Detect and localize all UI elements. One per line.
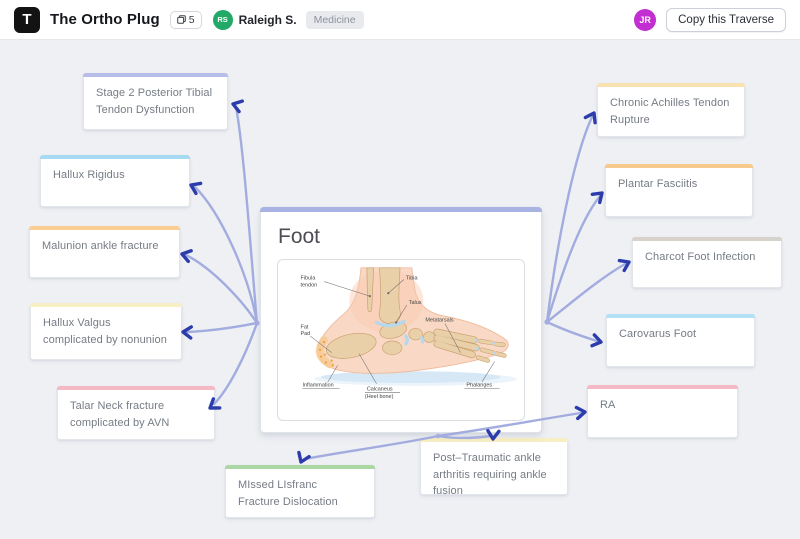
label-phalanges: Phalanges (466, 382, 492, 388)
owner-name[interactable]: Raleigh S. (239, 13, 297, 27)
node-card-ra[interactable]: RA (587, 385, 738, 438)
edge-to-malunion (186, 255, 257, 323)
card-count: 5 (189, 14, 195, 26)
central-accent-bar (260, 207, 542, 212)
user-avatar[interactable]: JR (634, 9, 656, 31)
foot-shadow-inner (321, 371, 501, 383)
app-logo[interactable]: T (14, 7, 40, 33)
page-title: The Ortho Plug (50, 11, 160, 28)
edge-to-talar-neck (214, 323, 257, 404)
edge-to-plantar (547, 196, 600, 322)
node-label: Stage 2 Posterior Tibial Tendon Dysfunct… (84, 77, 227, 128)
cards-icon (177, 15, 186, 24)
node-card-hallux-valgus[interactable]: Hallux Valgus complicated by nonunion (30, 303, 182, 360)
node-label: Post–Traumatic ankle arthritis requiring… (421, 442, 567, 510)
node-card-achilles-rupture[interactable]: Chronic Achilles Tendon Rupture (597, 83, 745, 137)
label-fat: Fat (301, 324, 309, 330)
arrowhead-icon (619, 257, 631, 270)
owner-avatar[interactable]: RS (213, 10, 233, 30)
node-label: Malunion ankle fracture (30, 230, 179, 265)
card-count-badge: 5 (170, 11, 202, 29)
node-label: MIssed LIsfranc Fracture Dislocation (226, 469, 374, 520)
edge-to-achilles (547, 117, 592, 322)
graph-board[interactable]: Stage 2 Posterior Tibial Tendon Dysfunct… (0, 0, 800, 539)
edge-to-carovarus (547, 322, 597, 341)
app-logo-letter: T (22, 11, 31, 28)
edge-to-lisfranc (305, 436, 438, 459)
label-fibula: Fibula (301, 276, 317, 282)
arrowhead-icon (183, 327, 192, 338)
node-card-hallux-rigidus[interactable]: Hallux Rigidus (40, 155, 190, 207)
central-topic-title: Foot (278, 225, 524, 249)
node-card-missed-lisfranc[interactable]: MIssed LIsfranc Fracture Dislocation (225, 465, 375, 518)
node-label: Plantar Fasciitis (606, 168, 752, 203)
node-label: Hallux Valgus complicated by nonunion (31, 307, 181, 358)
arrowhead-icon (592, 189, 605, 203)
node-label: Hallux Rigidus (41, 159, 189, 194)
category-tag[interactable]: Medicine (306, 11, 364, 29)
node-card-talar-neck-fracture[interactable]: Talar Neck fracture complicated by AVN (57, 386, 215, 440)
node-label: Chronic Achilles Tendon Rupture (598, 87, 744, 138)
node-label: Carovarus Foot (607, 318, 754, 353)
node-card-plantar-fasciitis[interactable]: Plantar Fasciitis (605, 164, 753, 217)
node-card-carovarus-foot[interactable]: Carovarus Foot (606, 314, 755, 367)
arrowhead-icon (592, 335, 602, 347)
node-label: RA (588, 389, 737, 424)
central-topic-card[interactable]: Foot (260, 207, 542, 433)
foot-diagram-frame: Fibula tendon Tibia Talus Metatarsals Fa… (277, 259, 525, 421)
arrowhead-icon (576, 407, 585, 419)
node-card-charcot-foot-infection[interactable]: Charcot Foot Infection (632, 237, 782, 288)
label-pad: Pad (301, 331, 311, 337)
edge-to-hallux-valgus (187, 323, 257, 332)
arrowhead-icon (231, 99, 242, 112)
copy-traverse-button[interactable]: Copy this Traverse (666, 8, 786, 32)
label-talus: Talus (409, 300, 422, 306)
label-inflammation: Inflammation (302, 382, 333, 388)
node-label: Charcot Foot Infection (633, 241, 781, 276)
node-card-post-traumatic-arthritis[interactable]: Post–Traumatic ankle arthritis requiring… (420, 438, 568, 495)
arrowhead-icon (296, 453, 309, 465)
arrowhead-icon (189, 180, 201, 193)
foot-anatomy-illustration: Fibula tendon Tibia Talus Metatarsals Fa… (278, 260, 524, 420)
label-metatarsals: Metatarsals (425, 317, 453, 323)
left-edge-hub (254, 320, 259, 325)
right-edge-hub (544, 319, 549, 324)
label-tibia: Tibia (406, 276, 419, 282)
node-card-stage2-pttd[interactable]: Stage 2 Posterior Tibial Tendon Dysfunct… (83, 73, 228, 130)
arrowhead-icon (181, 249, 192, 262)
label-calcaneus: Calcaneus (367, 387, 393, 393)
topbar: T The Ortho Plug 5 RS Raleigh S. Medicin… (0, 0, 800, 40)
edge-to-stage2 (236, 107, 257, 323)
label-tendon: tendon (301, 282, 318, 288)
node-card-malunion-ankle-fracture[interactable]: Malunion ankle fracture (29, 226, 180, 278)
node-label: Talar Neck fracture complicated by AVN (58, 390, 214, 441)
edge-to-hallux-rigidus (195, 187, 257, 323)
label-heel-bone: (Heel bone) (365, 394, 394, 400)
